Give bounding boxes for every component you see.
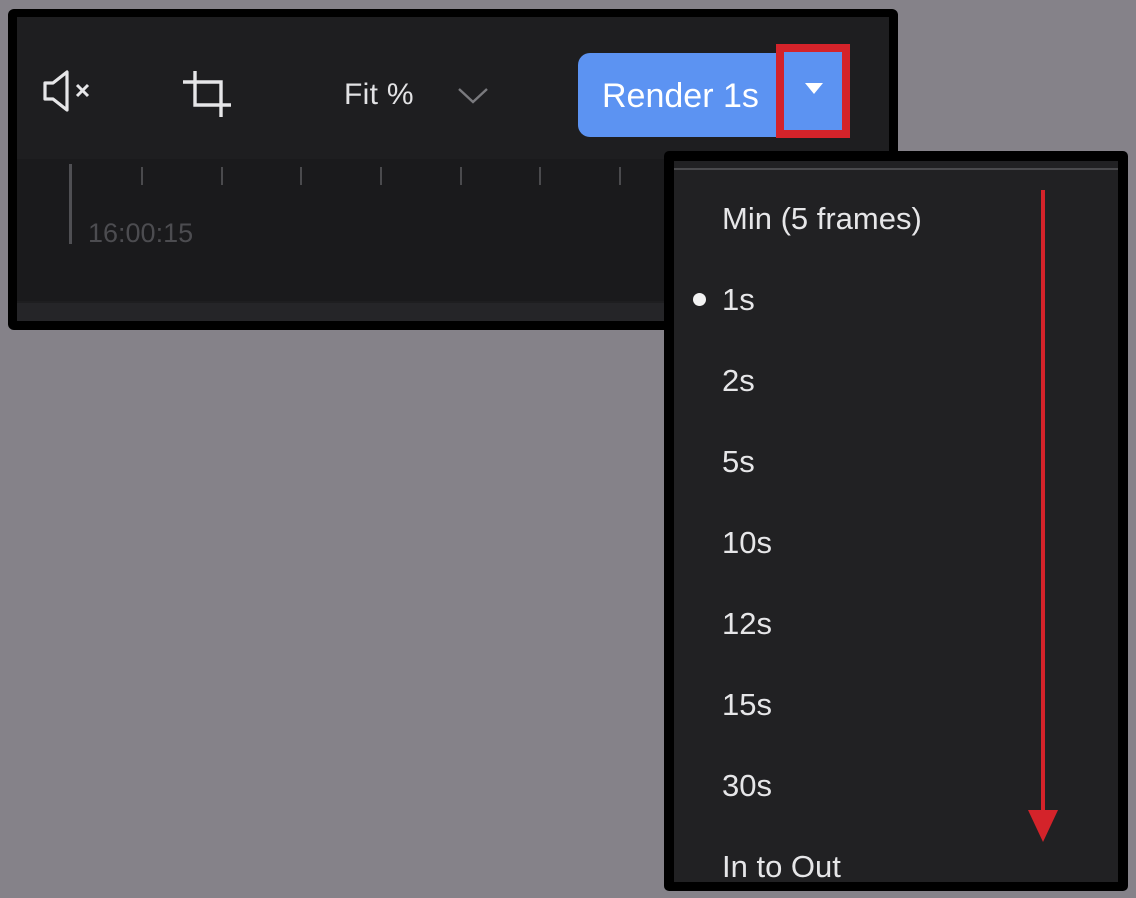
selected-dot-icon	[693, 293, 706, 306]
menu-item-label: 12s	[722, 606, 772, 641]
menu-item-label: Min (5 frames)	[722, 201, 922, 236]
menu-item-label: 30s	[722, 768, 772, 803]
render-button-label: Render 1s	[602, 77, 759, 115]
arrow-down-icon	[1024, 188, 1062, 844]
menu-divider	[674, 168, 1118, 170]
menu-item-label: 5s	[722, 444, 755, 479]
menu-item-label: 10s	[722, 525, 772, 560]
menu-item-label: In to Out	[722, 849, 841, 882]
render-options-toggle[interactable]	[776, 44, 850, 138]
zoom-fit-label[interactable]: Fit %	[344, 77, 414, 113]
ruler-tick	[460, 167, 462, 185]
menu-item-label: 2s	[722, 363, 755, 398]
ruler-tick	[141, 167, 143, 185]
ruler-tick	[221, 167, 223, 185]
ruler-tick	[380, 167, 382, 185]
caret-down-icon	[805, 83, 823, 94]
ruler-tick	[300, 167, 302, 185]
ruler-tick	[619, 167, 621, 185]
chevron-down-icon[interactable]	[453, 81, 493, 111]
speaker-muted-icon[interactable]	[39, 69, 97, 113]
timecode-label: 16:00:15	[88, 218, 194, 248]
menu-item-label: 15s	[722, 687, 772, 722]
menu-item-label: 1s	[722, 282, 755, 317]
viewer-toolbar: Fit % Render 1s	[17, 17, 889, 159]
ruler-tick	[539, 167, 541, 185]
crop-icon[interactable]	[181, 69, 237, 119]
playhead[interactable]	[69, 164, 72, 244]
